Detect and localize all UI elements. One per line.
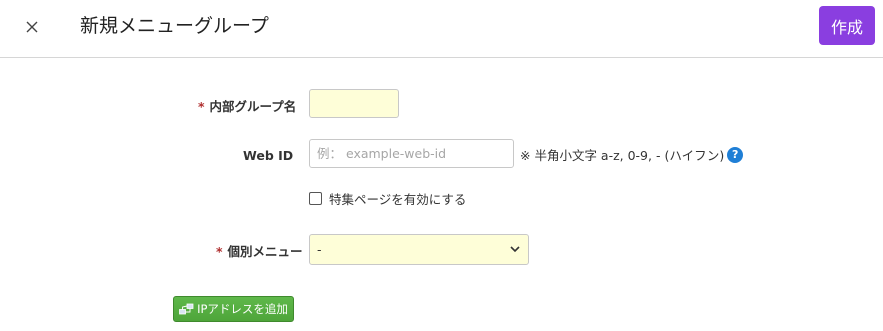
- required-mark: *: [216, 244, 223, 259]
- special-page-label: 特集ページを有効にする: [329, 192, 467, 207]
- individual-menu-label: * 個別メニュー: [216, 241, 303, 260]
- individual-menu-select[interactable]: -: [309, 234, 529, 265]
- required-mark: *: [198, 99, 205, 114]
- special-page-checkbox[interactable]: [309, 192, 322, 205]
- individual-menu-label-text: 個別メニュー: [227, 244, 303, 259]
- special-page-toggle[interactable]: 特集ページを有効にする: [309, 189, 466, 208]
- question-circle-icon[interactable]: ?: [727, 146, 744, 163]
- page-title: 新規メニューグループ: [80, 15, 269, 37]
- create-button[interactable]: 作成: [819, 6, 875, 45]
- group-name-label: * 内部グループ名: [198, 96, 296, 115]
- add-ip-address-label: IPアドレスを追加: [197, 302, 288, 316]
- chevron-down-icon: [510, 246, 520, 253]
- network-icon: [179, 303, 194, 314]
- web-id-input[interactable]: [309, 139, 514, 168]
- group-name-input[interactable]: [309, 89, 399, 118]
- web-id-hint-text: ※ 半角小文字 a-z, 0-9, - (ハイフン): [520, 148, 725, 163]
- group-name-label-text: 内部グループ名: [209, 99, 297, 114]
- add-ip-address-button[interactable]: IPアドレスを追加: [173, 296, 294, 322]
- close-button[interactable]: [18, 13, 46, 41]
- web-id-hint: ※ 半角小文字 a-z, 0-9, - (ハイフン) ?: [520, 145, 744, 164]
- web-id-label: Web ID: [243, 148, 294, 163]
- header: 新規メニューグループ 作成: [0, 0, 883, 58]
- close-icon: [26, 21, 38, 33]
- individual-menu-selected: -: [317, 242, 322, 257]
